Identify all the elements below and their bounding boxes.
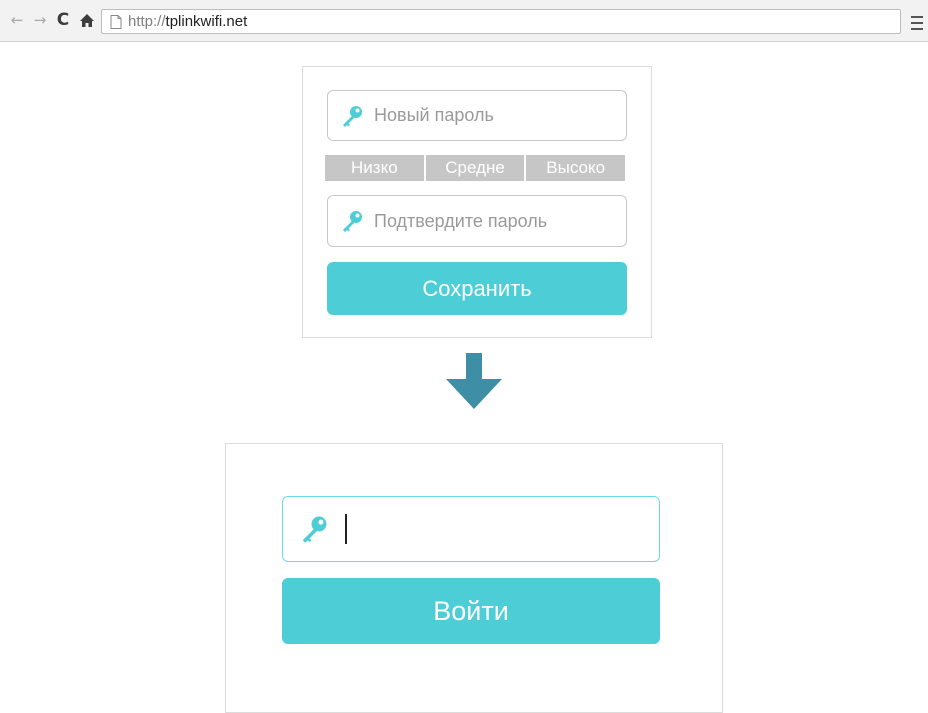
key-icon bbox=[343, 105, 362, 127]
key-icon bbox=[343, 211, 362, 232]
login-button[interactable]: Войти bbox=[282, 578, 660, 644]
new-password-field[interactable]: Новый пароль bbox=[327, 90, 627, 141]
strength-low: Низко bbox=[325, 155, 424, 181]
url-scheme: http:// bbox=[128, 13, 166, 30]
set-password-panel: Новый пароль Низко Средне Высоко Подтвер… bbox=[302, 66, 652, 338]
login-password-field[interactable] bbox=[282, 496, 660, 562]
url-host: tplinkwifi.net bbox=[165, 13, 248, 30]
reload-icon[interactable]: C bbox=[53, 9, 73, 31]
hamburger-menu-icon[interactable] bbox=[907, 9, 927, 33]
browser-toolbar: ← → C http://tplinkwifi.net bbox=[0, 0, 928, 42]
home-icon[interactable] bbox=[77, 9, 97, 31]
back-arrow-icon[interactable]: ← bbox=[7, 9, 27, 31]
strength-high: Высоко bbox=[524, 155, 626, 181]
password-strength-bar: Низко Средне Высоко bbox=[325, 155, 626, 181]
save-button[interactable]: Сохранить bbox=[327, 262, 627, 315]
text-caret bbox=[345, 514, 347, 544]
login-panel: Войти bbox=[225, 443, 723, 713]
down-arrow-icon bbox=[446, 353, 502, 409]
home-icon-glyph bbox=[80, 13, 94, 27]
confirm-password-placeholder: Подтвердите пароль bbox=[374, 210, 548, 231]
url-text: http://tplinkwifi.net bbox=[128, 13, 247, 30]
strength-medium: Средне bbox=[423, 155, 525, 181]
address-bar[interactable]: http://tplinkwifi.net bbox=[101, 9, 901, 34]
confirm-password-field[interactable]: Подтвердите пароль bbox=[327, 195, 627, 247]
forward-arrow-icon[interactable]: → bbox=[30, 9, 50, 31]
key-icon bbox=[302, 516, 327, 543]
new-password-placeholder: Новый пароль bbox=[374, 105, 494, 125]
page-icon bbox=[110, 14, 122, 29]
